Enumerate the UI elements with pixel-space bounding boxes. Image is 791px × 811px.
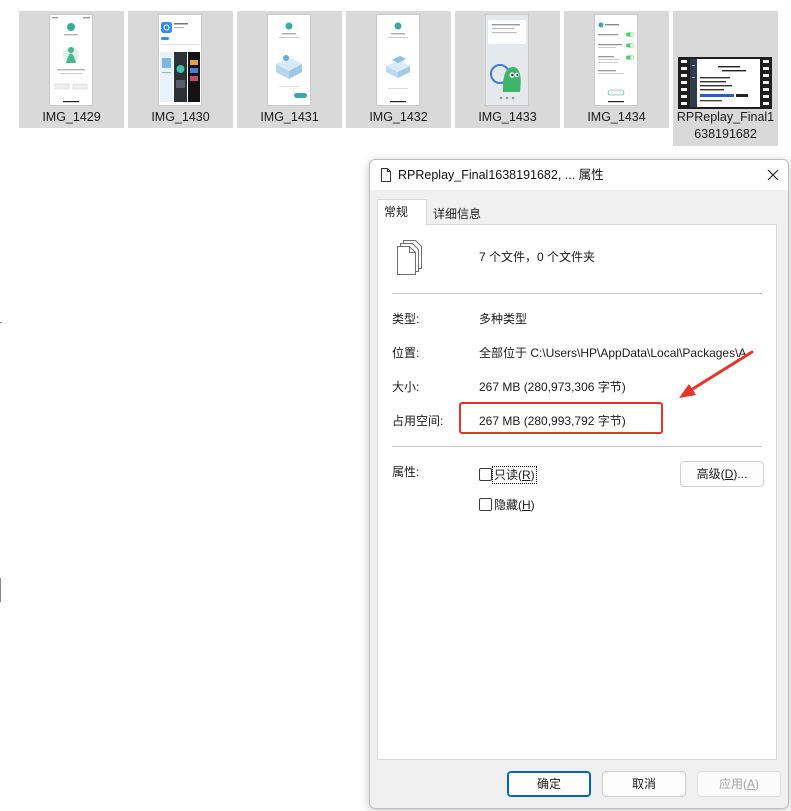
advanced-button[interactable]: 高级(D)... xyxy=(680,461,764,487)
file-tile-img-1433[interactable]: IMG_1433 xyxy=(455,11,560,128)
window-edge-mark xyxy=(0,322,2,323)
selection-summary: 7 个文件，0 个文件夹 xyxy=(479,250,596,264)
type-label: 类型: xyxy=(392,312,420,326)
general-tab-panel: 7 个文件，0 个文件夹 类型: 多种类型 位置: 全部位于 C:\Users\… xyxy=(377,224,777,760)
tab-details[interactable]: 详细信息 xyxy=(426,203,488,225)
multiple-files-icon xyxy=(397,240,422,275)
file-tile-rpreplay-video[interactable]: RPReplay_Final1638191682 xyxy=(673,11,778,146)
thumbnail-image xyxy=(376,14,420,106)
properties-dialog: RPReplay_Final1638191682, ... 属性 常规 详细信息… xyxy=(369,159,789,809)
dialog-title: RPReplay_Final1638191682, ... 属性 xyxy=(398,168,604,182)
location-label: 位置: xyxy=(392,346,420,360)
thumbnail-image xyxy=(594,14,638,106)
file-name-label: IMG_1433 xyxy=(478,110,537,124)
file-name-label: RPReplay_Final1638191682 xyxy=(676,110,775,141)
file-name-label: IMG_1429 xyxy=(42,110,101,124)
readonly-checkbox-label[interactable]: 只读(R) xyxy=(492,466,537,484)
ok-button[interactable]: 确定 xyxy=(507,771,591,797)
hidden-checkbox-label[interactable]: 隐藏(H) xyxy=(494,497,535,513)
divider xyxy=(392,293,762,294)
title-bar[interactable]: RPReplay_Final1638191682, ... 属性 xyxy=(370,160,788,190)
readonly-checkbox[interactable] xyxy=(479,468,492,481)
file-name-label: IMG_1431 xyxy=(260,110,319,124)
close-icon xyxy=(767,169,779,181)
size-on-disk-value: 267 MB (280,993,792 字节) xyxy=(479,414,626,428)
type-value: 多种类型 xyxy=(479,312,528,326)
hidden-checkbox[interactable] xyxy=(479,498,492,511)
file-tile-img-1432[interactable]: IMG_1432 xyxy=(346,11,451,128)
thumbnail-image xyxy=(267,14,311,106)
size-on-disk-label: 占用空间: xyxy=(392,414,444,428)
thumbnail-image xyxy=(485,14,529,106)
file-name-label: IMG_1432 xyxy=(369,110,428,124)
file-name-label: IMG_1430 xyxy=(151,110,210,124)
size-label: 大小: xyxy=(392,380,420,394)
video-thumbnail-image xyxy=(678,57,772,109)
file-name-label: IMG_1434 xyxy=(587,110,646,124)
thumbnail-image xyxy=(49,14,93,106)
file-tile-img-1434[interactable]: IMG_1434 xyxy=(564,11,669,128)
tab-general[interactable]: 常规 xyxy=(377,199,427,226)
thumbnail-image xyxy=(158,14,202,106)
document-icon xyxy=(381,168,391,182)
window-edge-mark xyxy=(0,578,1,602)
file-tile-img-1430[interactable]: IMG_1430 xyxy=(128,11,233,128)
file-tile-img-1429[interactable]: IMG_1429 xyxy=(19,11,124,128)
cancel-button[interactable]: 取消 xyxy=(602,771,686,797)
attributes-label: 属性: xyxy=(392,465,420,479)
divider xyxy=(392,446,762,447)
close-button[interactable] xyxy=(760,163,786,187)
file-tile-img-1431[interactable]: IMG_1431 xyxy=(237,11,342,128)
size-value: 267 MB (280,973,306 字节) xyxy=(479,380,626,394)
location-value: 全部位于 C:\Users\HP\AppData\Local\Packages\… xyxy=(479,346,747,360)
apply-button[interactable]: 应用(A) xyxy=(697,771,781,797)
